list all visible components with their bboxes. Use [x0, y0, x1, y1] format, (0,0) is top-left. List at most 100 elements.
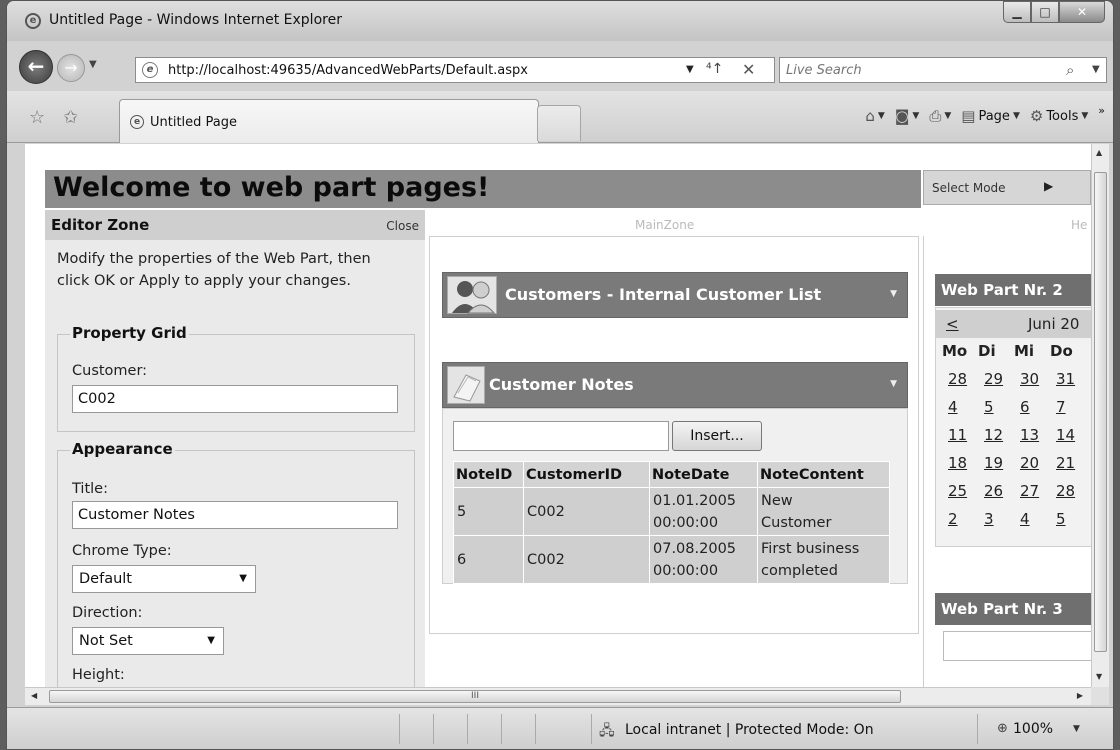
favorites-star-icon[interactable]: ☆	[29, 107, 45, 128]
table-row: 6 C002 07.08.2005 00:00:00 First business…	[453, 535, 890, 584]
calendar-day[interactable]: 26	[978, 482, 1014, 510]
search-icon[interactable]: ⌕	[1066, 61, 1074, 79]
search-box[interactable]: ⌕ ▼	[779, 57, 1107, 83]
calendar-day[interactable]: 7	[1050, 398, 1086, 426]
chrome-type-label: Chrome Type:	[72, 543, 172, 559]
address-bar[interactable]: e http://localhost:49635/AdvancedWebPart…	[135, 57, 775, 83]
tools-menu-button[interactable]: ⚙ Tools ▼	[1030, 107, 1088, 125]
calendar-day[interactable]: 28	[942, 370, 978, 398]
note-content-line: First business	[761, 540, 860, 557]
new-tab-button[interactable]	[537, 105, 581, 141]
calendar-day[interactable]: 2	[942, 510, 978, 538]
scroll-up-icon[interactable]: ▲	[1096, 148, 1102, 157]
editor-close-link[interactable]: Close	[386, 219, 419, 233]
search-input[interactable]	[786, 61, 1046, 80]
page-icon: ▤	[961, 107, 976, 125]
back-button[interactable]: ←	[19, 50, 53, 84]
stop-icon[interactable]: ✕	[742, 60, 755, 79]
status-divider	[591, 714, 592, 744]
calendar-day[interactable]: 18	[942, 454, 978, 482]
forward-button[interactable]: →	[57, 54, 85, 82]
calendar-day[interactable]: 30	[1014, 370, 1050, 398]
chevron-down-icon[interactable]: ▼	[1073, 724, 1080, 734]
vertical-scrollbar[interactable]: ▲ ▼	[1091, 144, 1109, 687]
calendar-day[interactable]: 14	[1050, 426, 1086, 454]
editor-instructions: Modify the properties of the Web Part, t…	[57, 251, 371, 289]
add-favorites-icon[interactable]: ✩	[63, 107, 78, 128]
scroll-left-icon[interactable]: ◀	[31, 691, 37, 700]
chrome-type-select[interactable]: Default ▼	[72, 565, 256, 593]
page-menu-button[interactable]: ▤ Page ▼	[961, 107, 1020, 125]
calendar-day[interactable]: 13	[1014, 426, 1050, 454]
note-date-cell: 01.01.2005 00:00:00	[649, 487, 758, 536]
editor-zone: Editor Zone Close Modify the properties …	[45, 210, 425, 687]
note-date-line: 00:00:00	[653, 514, 719, 531]
calendar-day[interactable]: 19	[978, 454, 1014, 482]
calendar-day[interactable]: 21	[1050, 454, 1086, 482]
chevron-down-icon: ▼	[944, 111, 952, 121]
calendar-day[interactable]: 11	[942, 426, 978, 454]
recent-pages-dropdown-icon[interactable]: ▼	[89, 59, 97, 70]
more-commands-button[interactable]: »	[1098, 104, 1105, 117]
calendar-day[interactable]: 6	[1014, 398, 1050, 426]
refresh-icon[interactable]: ⁴↑	[706, 61, 723, 77]
horizontal-scroll-thumb[interactable]: III	[49, 690, 901, 703]
horizontal-scrollbar[interactable]: ◀ III ▶	[25, 687, 1091, 705]
zoom-level[interactable]: 100%	[1013, 721, 1053, 737]
print-button[interactable]: ⎙ ▼	[929, 107, 951, 125]
address-url[interactable]: http://localhost:49635/AdvancedWebParts/…	[168, 63, 528, 78]
feeds-button[interactable]: ◙ ▼	[895, 107, 919, 125]
status-divider	[433, 714, 434, 744]
calendar-day[interactable]: 27	[1014, 482, 1050, 510]
calendar-prev-link[interactable]: <	[946, 315, 959, 333]
webpart3-titlebar[interactable]: Web Part Nr. 3	[935, 593, 1091, 625]
calendar-day[interactable]: 12	[978, 426, 1014, 454]
select-mode-label: Select Mode	[932, 181, 1006, 195]
users-icon	[447, 276, 497, 314]
zoom-icon: ⊕	[997, 721, 1008, 736]
vertical-scroll-thumb[interactable]	[1094, 172, 1107, 652]
select-mode-menu[interactable]: Select Mode ▶	[923, 170, 1091, 205]
chrome-type-value: Default	[79, 571, 132, 587]
address-dropdown-icon[interactable]: ▼	[686, 64, 694, 75]
calendar-day[interactable]: 31	[1050, 370, 1086, 398]
calendar-day[interactable]: 4	[942, 398, 978, 426]
home-button[interactable]: ⌂ ▼	[865, 107, 884, 125]
search-options-dropdown-icon[interactable]: ▼	[1092, 64, 1100, 75]
minimize-button[interactable]: ▁	[1003, 1, 1031, 23]
security-zone-text[interactable]: Local intranet | Protected Mode: On	[625, 722, 874, 738]
scroll-right-icon[interactable]: ▶	[1077, 691, 1083, 700]
home-icon: ⌂	[865, 107, 875, 125]
calendar-day[interactable]: 3	[978, 510, 1014, 538]
calendar-week-row: 18 19 20 21	[942, 454, 1086, 482]
note-date-cell: 07.08.2005 00:00:00	[649, 535, 758, 584]
customer-input[interactable]	[72, 385, 398, 413]
note-id-cell: 5	[453, 487, 524, 536]
calendar-day[interactable]: 5	[1050, 510, 1086, 538]
note-content-line: New	[761, 492, 793, 509]
chevron-down-icon: ▼	[239, 573, 247, 584]
scroll-down-icon[interactable]: ▼	[1096, 672, 1102, 681]
close-window-button[interactable]: ✕	[1059, 1, 1105, 23]
maximize-button[interactable]: □	[1031, 1, 1059, 23]
calendar-day[interactable]: 25	[942, 482, 978, 510]
direction-label: Direction:	[72, 605, 143, 621]
calendar-day[interactable]: 20	[1014, 454, 1050, 482]
insert-button[interactable]: Insert...	[672, 421, 762, 451]
webpart3-title: Web Part Nr. 3	[941, 600, 1063, 618]
verbs-menu-icon[interactable]: ▼	[890, 289, 897, 299]
calendar-day[interactable]: 29	[978, 370, 1014, 398]
webpart2-titlebar[interactable]: Web Part Nr. 2	[935, 274, 1091, 306]
direction-select[interactable]: Not Set ▼	[72, 627, 224, 655]
calendar-day[interactable]: 5	[978, 398, 1014, 426]
window-controls: ▁ □ ✕	[1003, 1, 1105, 23]
tab-untitled-page[interactable]: e Untitled Page	[119, 99, 539, 143]
calendar-day[interactable]: 28	[1050, 482, 1086, 510]
notes-webpart-titlebar[interactable]: Customer Notes ▼	[442, 362, 908, 408]
calendar-day[interactable]: 4	[1014, 510, 1050, 538]
note-input[interactable]	[453, 421, 669, 451]
title-input[interactable]	[72, 501, 398, 529]
webpart3-textbox[interactable]	[943, 631, 1091, 661]
customers-webpart-titlebar[interactable]: Customers - Internal Customer List ▼	[442, 272, 908, 318]
verbs-menu-icon[interactable]: ▼	[890, 379, 897, 389]
